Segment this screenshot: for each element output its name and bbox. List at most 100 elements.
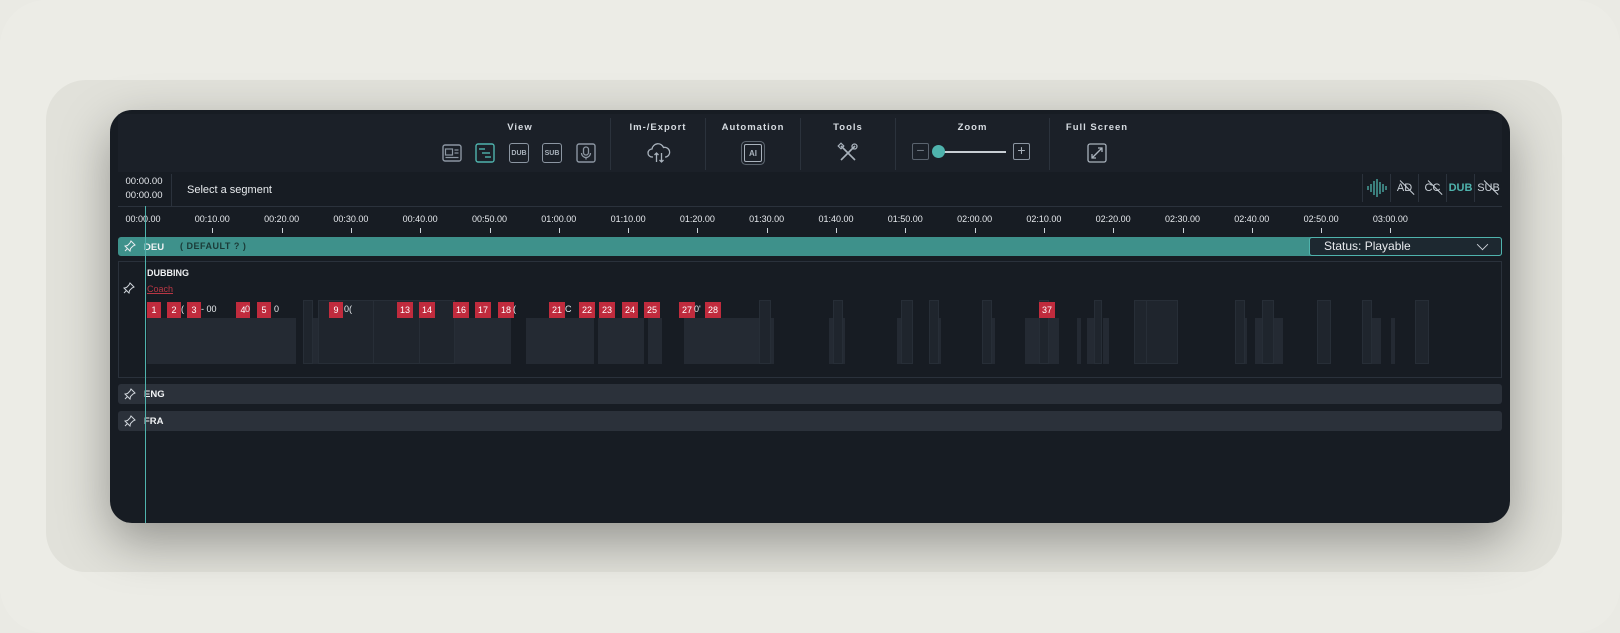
- segment-marker-5[interactable]: 5: [257, 302, 271, 318]
- segment-marker-17[interactable]: 17: [475, 302, 492, 318]
- dub-view-button[interactable]: DUB: [508, 142, 530, 164]
- ruler-label: 01:50.00: [887, 214, 923, 224]
- segment-marker-22[interactable]: 22: [579, 302, 596, 318]
- segment-slot[interactable]: [1415, 300, 1429, 364]
- chevron-down-icon: [1476, 238, 1489, 251]
- segment-slot[interactable]: [1362, 300, 1372, 364]
- waveform-button[interactable]: [1362, 174, 1390, 202]
- player-layout-icon: [442, 144, 462, 162]
- segment-slot[interactable]: [759, 300, 771, 364]
- segment-marker-18[interactable]: 18: [498, 302, 515, 318]
- segment-block[interactable]: [728, 318, 761, 364]
- sub-view-button[interactable]: SUB: [541, 142, 563, 164]
- segment-marker-28[interactable]: 28: [705, 302, 722, 318]
- segment-marker-2[interactable]: 2: [167, 302, 181, 318]
- fullscreen-label: Full Screen: [1065, 122, 1129, 133]
- ruler-tick: [1390, 228, 1392, 233]
- cc-mode-button[interactable]: CC: [1418, 174, 1446, 202]
- playhead[interactable]: [145, 206, 146, 523]
- segment-block[interactable]: [598, 318, 644, 364]
- ai-chip-icon: AI: [744, 144, 762, 162]
- segment-slot[interactable]: [1235, 300, 1245, 364]
- fullscreen-button[interactable]: [1086, 142, 1108, 164]
- segment-block[interactable]: [503, 318, 511, 364]
- toolbar: View DUB SUB Im-/Export Automation AI To…: [118, 114, 1502, 172]
- segment-block[interactable]: [236, 318, 296, 364]
- mode-switcher: AD CC DUB SUB: [1362, 174, 1502, 202]
- segment-marker-23[interactable]: 23: [599, 302, 616, 318]
- tools-button[interactable]: [837, 142, 859, 164]
- ai-chip-text: AI: [749, 148, 757, 158]
- segment-marker-24[interactable]: 24: [622, 302, 639, 318]
- segment-marker-27[interactable]: 27: [679, 302, 696, 318]
- voice-view-button[interactable]: [575, 142, 597, 164]
- segment-slot[interactable]: [901, 300, 913, 364]
- ruler-label: 01:00.00: [541, 214, 577, 224]
- track-deu[interactable]: DEU ( DEFAULT ? ) Status: Playable: [118, 237, 1502, 256]
- ad-mode-button[interactable]: AD: [1390, 174, 1418, 202]
- segment-slot[interactable]: [1146, 300, 1178, 364]
- timeline-ruler[interactable]: 00:00.00 00:10.00 00:20.00 00:30.00 00:40.00…: [118, 206, 1502, 236]
- ruler-label: 02:10.00: [1026, 214, 1062, 224]
- segment-slot[interactable]: [929, 300, 939, 364]
- wrench-screwdriver-icon: [837, 142, 858, 161]
- segment-block[interactable]: [147, 318, 239, 364]
- player-layout-button[interactable]: [441, 142, 463, 164]
- segment-block[interactable]: [684, 318, 728, 364]
- segment-message: Select a segment: [187, 184, 272, 196]
- segment-block[interactable]: [526, 318, 594, 364]
- zoom-group: Zoom − +: [896, 114, 1049, 172]
- pin-icon[interactable]: [123, 387, 137, 401]
- ruler-label: 01:20.00: [679, 214, 715, 224]
- segment-block[interactable]: [455, 318, 489, 364]
- track-eng[interactable]: ENG: [118, 384, 1502, 404]
- ruler-label: 02:20.00: [1095, 214, 1131, 224]
- sub-mode-button[interactable]: SUB: [1474, 174, 1502, 202]
- segment-marker-3[interactable]: 3: [187, 302, 201, 318]
- segment-marker-14[interactable]: 14: [419, 302, 436, 318]
- segment-marker-16[interactable]: 16: [453, 302, 470, 318]
- import-export-label: Im-/Export: [629, 122, 687, 133]
- segment-slot[interactable]: [1262, 300, 1274, 364]
- timeline-layout-icon: [475, 143, 495, 163]
- segment-slot[interactable]: [1317, 300, 1331, 364]
- track-deu-label: DEU: [144, 242, 165, 253]
- segment-block[interactable]: [648, 318, 662, 364]
- ruler-tick: [697, 228, 699, 233]
- default-tag: ( DEFAULT ? ): [180, 241, 247, 251]
- segment-block[interactable]: [1077, 318, 1081, 364]
- track-fra[interactable]: FRA: [118, 411, 1502, 431]
- zoom-slider-thumb[interactable]: [932, 145, 945, 158]
- pin-icon[interactable]: [123, 414, 137, 428]
- segment-marker-13[interactable]: 13: [397, 302, 414, 318]
- ruler-tick: [1182, 228, 1184, 233]
- zoom-slider-track[interactable]: [936, 151, 1006, 153]
- dubbing-lane[interactable]: DUBBING Coach Ja 12345913141617182122232…: [118, 261, 1502, 378]
- segment-marker-37[interactable]: 37: [1039, 302, 1056, 318]
- segment-marker-21[interactable]: 21: [549, 302, 566, 318]
- segment-slot[interactable]: [1094, 300, 1102, 364]
- segment-marker-9[interactable]: 9: [329, 302, 343, 318]
- automation-button[interactable]: AI: [742, 142, 764, 164]
- zoom-out-icon[interactable]: −: [912, 143, 929, 160]
- status-dropdown[interactable]: Status: Playable: [1309, 237, 1502, 256]
- segment-marker-25[interactable]: 25: [644, 302, 661, 318]
- import-export-button[interactable]: [647, 142, 671, 164]
- segment-slot[interactable]: [982, 300, 992, 364]
- segment-marker-1[interactable]: 1: [147, 302, 161, 318]
- dub-mode-button[interactable]: DUB: [1446, 174, 1474, 202]
- ruler-label: 00:30.00: [333, 214, 369, 224]
- ruler-tick: [905, 228, 907, 233]
- fullscreen-group: Full Screen: [1050, 114, 1144, 172]
- segment-block[interactable]: [1391, 318, 1395, 364]
- segment-slot[interactable]: [303, 300, 313, 364]
- zoom-in-icon[interactable]: +: [1013, 143, 1030, 160]
- zoom-label: Zoom: [957, 122, 988, 133]
- segment-slot[interactable]: [833, 300, 843, 364]
- ruler-tick: [1043, 228, 1045, 233]
- segment-block[interactable]: [1103, 318, 1109, 364]
- coach-link[interactable]: Coach: [147, 284, 173, 294]
- ruler-tick: [350, 228, 352, 233]
- timeline-layout-button[interactable]: [474, 142, 496, 164]
- pin-icon[interactable]: [123, 239, 137, 253]
